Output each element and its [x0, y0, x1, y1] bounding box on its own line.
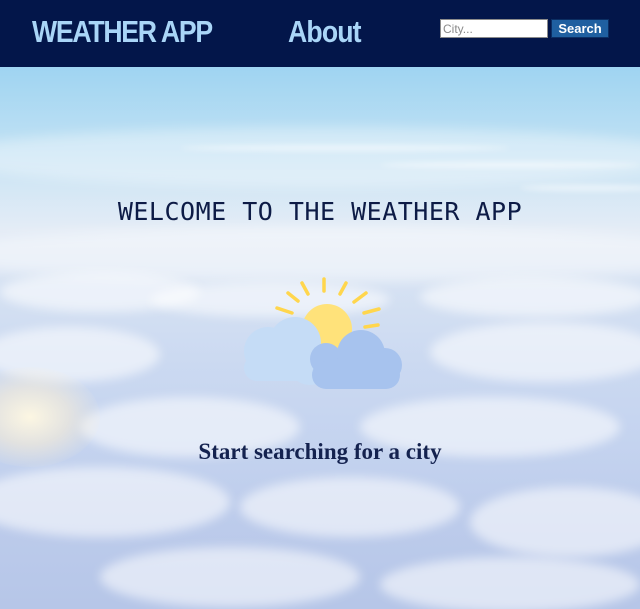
search-button[interactable]: Search: [551, 19, 609, 38]
search-form: Search: [440, 18, 609, 39]
navbar: WEATHER APP About Search: [0, 0, 640, 67]
about-link[interactable]: About: [288, 12, 362, 52]
brand-title[interactable]: WEATHER APP: [32, 12, 213, 52]
welcome-heading: WELCOME TO THE WEATHER APP: [117, 197, 523, 226]
partly-cloudy-sun-icon: [240, 275, 405, 395]
city-search-input[interactable]: [440, 19, 548, 38]
search-prompt-text: Start searching for a city: [198, 439, 442, 464]
